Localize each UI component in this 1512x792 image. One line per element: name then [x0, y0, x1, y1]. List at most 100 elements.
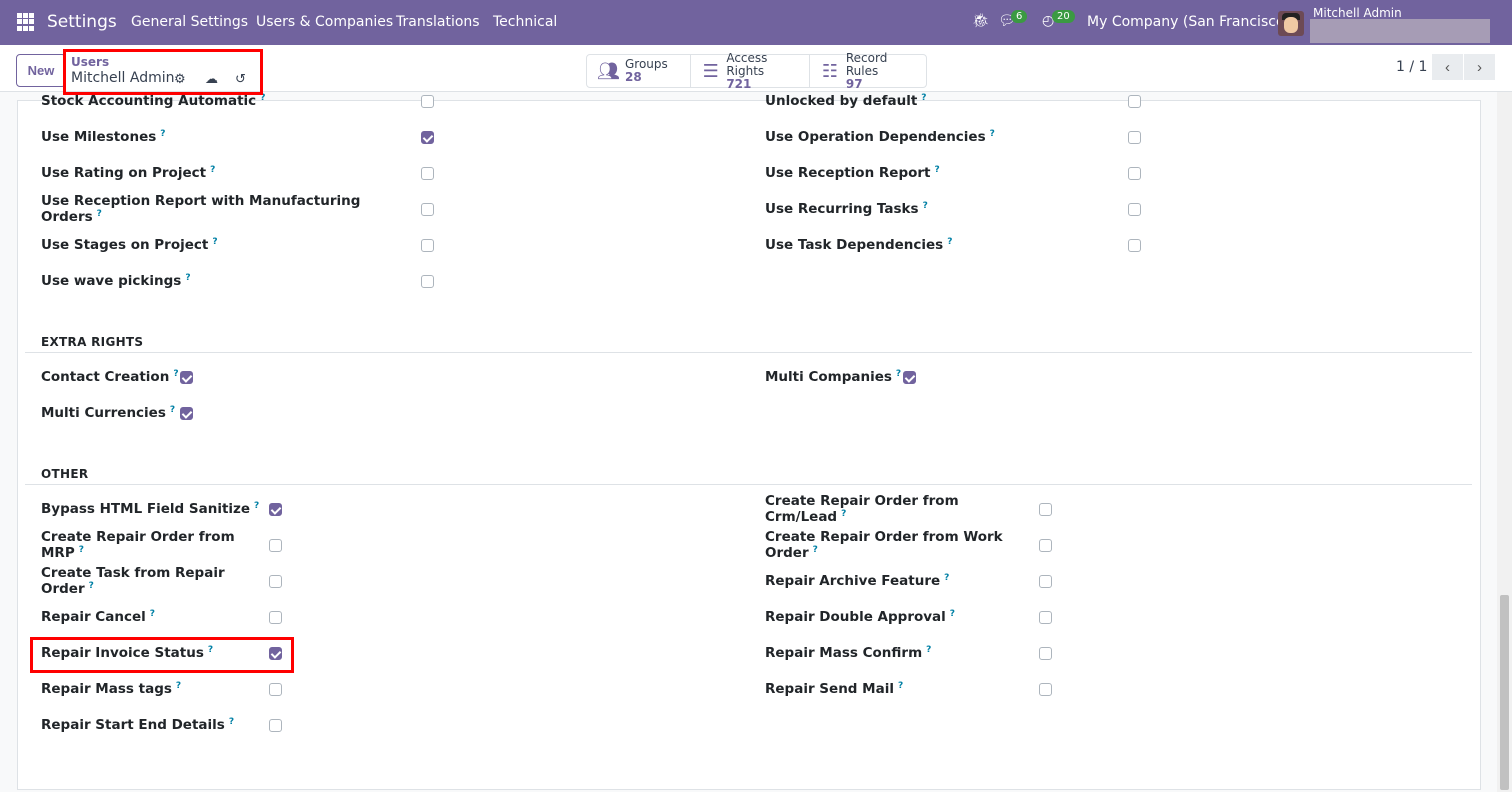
app-brand[interactable]: Settings [47, 12, 117, 32]
help-tooltip-icon[interactable]: ? [896, 369, 901, 379]
menu-users-companies[interactable]: Users & Companies [256, 14, 393, 30]
setting-row: Repair Mass Confirm? [765, 635, 1052, 671]
help-tooltip-icon[interactable]: ? [208, 645, 213, 655]
help-tooltip-icon[interactable]: ? [176, 681, 181, 691]
debug-bug-icon[interactable]: 🐞︎ [972, 13, 990, 29]
setting-checkbox[interactable] [180, 370, 193, 384]
section-heading: OTHER [41, 467, 89, 481]
setting-row: Bypass HTML Field Sanitize? [41, 491, 282, 527]
cloud-upload-icon[interactable]: ☁ [205, 72, 218, 87]
setting-label: Create Task from Repair Order [41, 565, 225, 597]
setting-label: Use Reception Report [765, 165, 931, 181]
new-button[interactable]: New [16, 54, 66, 87]
setting-checkbox[interactable] [269, 718, 282, 732]
menu-general-settings[interactable]: General Settings [131, 14, 248, 30]
setting-label: Unlocked by default [765, 93, 918, 109]
setting-checkbox[interactable] [269, 574, 282, 588]
setting-label: Use Rating on Project [41, 165, 207, 181]
user-avatar[interactable] [1278, 11, 1304, 36]
setting-row: Contact Creation? [41, 359, 193, 395]
setting-checkbox[interactable] [1128, 166, 1141, 180]
setting-checkbox[interactable] [1039, 574, 1052, 588]
help-tooltip-icon[interactable]: ? [97, 209, 102, 219]
setting-checkbox[interactable] [269, 646, 282, 660]
setting-row: Use Recurring Tasks? [765, 191, 1141, 227]
setting-label: Repair Mass Confirm [765, 645, 923, 661]
setting-label-wrap: Use Milestones? [41, 129, 421, 145]
help-tooltip-icon[interactable]: ? [79, 545, 84, 555]
help-tooltip-icon[interactable]: ? [160, 129, 165, 139]
help-tooltip-icon[interactable]: ? [990, 129, 995, 139]
setting-checkbox[interactable] [1039, 502, 1052, 516]
help-tooltip-icon[interactable]: ? [185, 273, 190, 283]
setting-checkbox[interactable] [421, 274, 434, 288]
setting-checkbox[interactable] [421, 238, 434, 252]
setting-checkbox[interactable] [269, 682, 282, 696]
help-tooltip-icon[interactable]: ? [813, 545, 818, 555]
setting-checkbox[interactable] [1039, 610, 1052, 624]
menu-technical[interactable]: Technical [493, 14, 557, 30]
breadcrumb-current: Mitchell Admin [71, 70, 175, 86]
setting-checkbox[interactable] [1128, 130, 1141, 144]
breadcrumb-users[interactable]: Users [71, 55, 109, 69]
pager-previous-button[interactable]: ‹ [1432, 54, 1463, 80]
menu-translations[interactable]: Translations [396, 14, 480, 30]
setting-checkbox[interactable] [269, 538, 282, 552]
record-rules-button[interactable]: ☷ Record Rules 97 [810, 51, 926, 90]
help-tooltip-icon[interactable]: ? [950, 609, 955, 619]
setting-checkbox[interactable] [1128, 94, 1141, 108]
setting-checkbox[interactable] [1128, 202, 1141, 216]
setting-label: Contact Creation [41, 369, 170, 385]
setting-checkbox[interactable] [421, 202, 434, 216]
help-tooltip-icon[interactable]: ? [944, 573, 949, 583]
help-tooltip-icon[interactable]: ? [260, 93, 265, 103]
setting-checkbox[interactable] [1039, 682, 1052, 696]
setting-row: Use Reception Report with Manufacturing … [41, 191, 434, 227]
help-tooltip-icon[interactable]: ? [923, 201, 928, 211]
setting-label: Repair Send Mail [765, 681, 894, 697]
help-tooltip-icon[interactable]: ? [921, 93, 926, 103]
setting-label-wrap: Multi Currencies? [41, 405, 180, 421]
setting-label-wrap: Create Repair Order from Crm/Lead? [765, 493, 1039, 525]
setting-checkbox[interactable] [421, 94, 434, 108]
help-tooltip-icon[interactable]: ? [898, 681, 903, 691]
help-tooltip-icon[interactable]: ? [254, 501, 259, 511]
setting-checkbox[interactable] [421, 166, 434, 180]
setting-checkbox[interactable] [1039, 646, 1052, 660]
setting-row: Use Operation Dependencies? [765, 119, 1141, 155]
setting-row: Use Task Dependencies? [765, 227, 1141, 263]
setting-checkbox[interactable] [180, 406, 193, 420]
gear-icon[interactable]: ⚙ [174, 72, 186, 87]
setting-checkbox[interactable] [1128, 238, 1141, 252]
setting-label: Create Repair Order from MRP [41, 529, 235, 561]
setting-checkbox[interactable] [903, 370, 916, 384]
access-rights-button[interactable]: ☰ Access Rights 721 [691, 51, 810, 90]
user-name[interactable]: Mitchell Admin [1313, 6, 1402, 20]
help-tooltip-icon[interactable]: ? [173, 369, 178, 379]
apps-menu-icon[interactable] [17, 13, 35, 31]
setting-row: Create Repair Order from Crm/Lead? [765, 491, 1052, 527]
help-tooltip-icon[interactable]: ? [170, 405, 175, 415]
help-tooltip-icon[interactable]: ? [212, 237, 217, 247]
setting-checkbox[interactable] [421, 130, 434, 144]
help-tooltip-icon[interactable]: ? [935, 165, 940, 175]
setting-checkbox[interactable] [1039, 538, 1052, 552]
help-tooltip-icon[interactable]: ? [150, 609, 155, 619]
help-tooltip-icon[interactable]: ? [229, 717, 234, 727]
pager-value[interactable]: 1 / 1 [1396, 59, 1427, 75]
activities-badge: 20 [1052, 10, 1075, 23]
help-tooltip-icon[interactable]: ? [947, 237, 952, 247]
help-tooltip-icon[interactable]: ? [89, 581, 94, 591]
setting-label-wrap: Use Rating on Project? [41, 165, 421, 181]
setting-checkbox[interactable] [269, 610, 282, 624]
help-tooltip-icon[interactable]: ? [841, 509, 846, 519]
help-tooltip-icon[interactable]: ? [210, 165, 215, 175]
scrollbar-thumb[interactable] [1500, 595, 1509, 790]
setting-checkbox[interactable] [269, 502, 282, 516]
pager-next-button[interactable]: › [1464, 54, 1495, 80]
company-switcher[interactable]: My Company (San Francisco) [1087, 14, 1290, 30]
setting-label-wrap: Repair Mass Confirm? [765, 645, 1039, 661]
help-tooltip-icon[interactable]: ? [926, 645, 931, 655]
groups-button[interactable]: 👥︎ Groups 28 [587, 55, 691, 87]
discard-undo-icon[interactable]: ↺ [235, 72, 246, 87]
